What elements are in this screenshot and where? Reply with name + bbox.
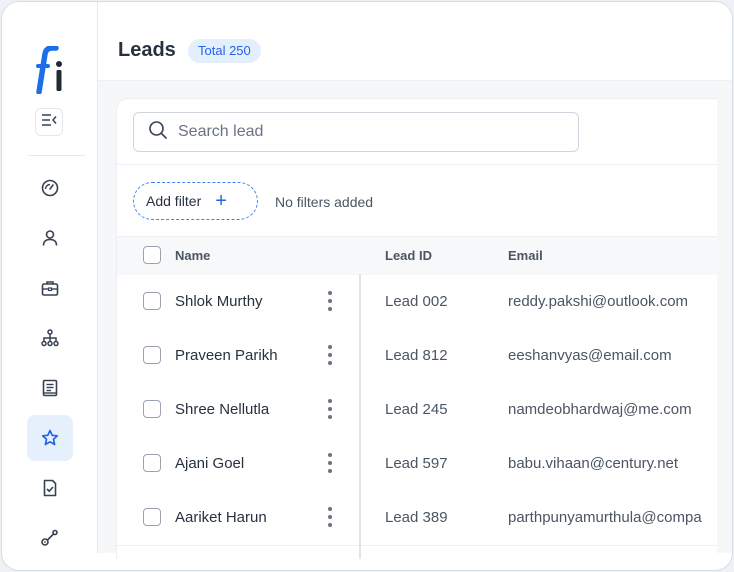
- toolbar-divider: [117, 164, 717, 165]
- select-all-checkbox[interactable]: [143, 246, 161, 264]
- table-row[interactable]: Shlok Murthy Lead 002 reddy.pakshi@outlo…: [117, 275, 717, 330]
- nav-item-organization[interactable]: [27, 315, 73, 361]
- dashboard-gauge-icon: [41, 179, 59, 197]
- leads-card: Add filter + No filters added Name Lead …: [116, 98, 717, 559]
- page-header: Leads Total 250: [98, 2, 732, 81]
- search-icon: [148, 120, 168, 145]
- collapse-menu-icon: [41, 113, 57, 132]
- column-header-email[interactable]: Email: [508, 248, 543, 263]
- search-input[interactable]: [176, 122, 560, 142]
- column-header-lead-id[interactable]: Lead ID: [385, 248, 432, 263]
- lead-email: eeshanvyas@email.com: [508, 347, 672, 364]
- frozen-column-divider[interactable]: [359, 274, 361, 559]
- search-box[interactable]: [133, 112, 579, 152]
- total-count-badge: Total 250: [188, 39, 261, 63]
- plus-icon: +: [215, 190, 227, 212]
- org-hierarchy-icon: [41, 329, 59, 347]
- row-checkbox[interactable]: [143, 508, 161, 526]
- document-list-icon: [42, 379, 58, 397]
- page-title: Leads: [118, 39, 176, 61]
- add-filter-label: Add filter: [146, 193, 202, 209]
- row-menu-icon[interactable]: [325, 399, 335, 419]
- row-checkbox[interactable]: [143, 400, 161, 418]
- nav-item-contacts[interactable]: [27, 215, 73, 261]
- row-checkbox[interactable]: [143, 346, 161, 364]
- lead-id: Lead 597: [385, 455, 448, 472]
- row-menu-icon[interactable]: [325, 453, 335, 473]
- lead-name: Praveen Parikh: [175, 347, 278, 364]
- row-menu-icon[interactable]: [325, 507, 335, 527]
- lead-id: Lead 245: [385, 401, 448, 418]
- nav-item-deals[interactable]: [27, 265, 73, 311]
- brand-logo[interactable]: [35, 45, 65, 95]
- briefcase-icon: [41, 281, 59, 296]
- route-icon: [41, 529, 58, 546]
- lead-id: Lead 812: [385, 347, 448, 364]
- sidebar: [2, 2, 98, 553]
- row-checkbox[interactable]: [143, 292, 161, 310]
- sidebar-divider: [28, 155, 85, 156]
- lead-name: Shree Nellutla: [175, 401, 270, 418]
- collapse-sidebar-button[interactable]: [35, 108, 63, 136]
- nav-item-tasks[interactable]: [27, 465, 73, 511]
- table-row[interactable]: Ajani Goel Lead 597 babu.vihaan@century.…: [117, 437, 717, 492]
- column-header-name[interactable]: Name: [175, 248, 210, 263]
- row-menu-icon[interactable]: [325, 345, 335, 365]
- lead-id: Lead 389: [385, 509, 448, 526]
- star-icon: [41, 429, 59, 446]
- row-checkbox[interactable]: [143, 454, 161, 472]
- nav-item-documents[interactable]: [27, 365, 73, 411]
- lead-email: reddy.pakshi@outlook.com: [508, 293, 689, 310]
- lead-email: namdeobhardwaj@me.com: [508, 401, 692, 418]
- nav-item-leads[interactable]: [27, 415, 73, 461]
- table-header: Name Lead ID Email: [117, 236, 717, 276]
- lead-email: parthpunyamurthula@compa: [508, 509, 702, 526]
- table-row[interactable]: Aariket Harun Lead 389 parthpunyamurthul…: [117, 491, 717, 546]
- table-row[interactable]: Shree Nellutla Lead 245 namdeobhardwaj@m…: [117, 383, 717, 438]
- filter-status: No filters added: [275, 194, 374, 210]
- file-check-icon: [43, 479, 57, 497]
- lead-name: Ajani Goel: [175, 455, 245, 472]
- lead-id: Lead 002: [385, 293, 448, 310]
- add-filter-button[interactable]: Add filter +: [133, 182, 258, 220]
- lead-name: Aariket Harun: [175, 509, 267, 526]
- row-menu-icon[interactable]: [325, 291, 335, 311]
- user-icon: [42, 230, 58, 246]
- lead-email: babu.vihaan@century.net: [508, 455, 679, 472]
- nav-item-dashboard[interactable]: [27, 165, 73, 211]
- table-row[interactable]: Praveen Parikh Lead 812 eeshanvyas@email…: [117, 329, 717, 384]
- lead-name: Shlok Murthy: [175, 293, 263, 310]
- nav-item-routes[interactable]: [27, 515, 73, 561]
